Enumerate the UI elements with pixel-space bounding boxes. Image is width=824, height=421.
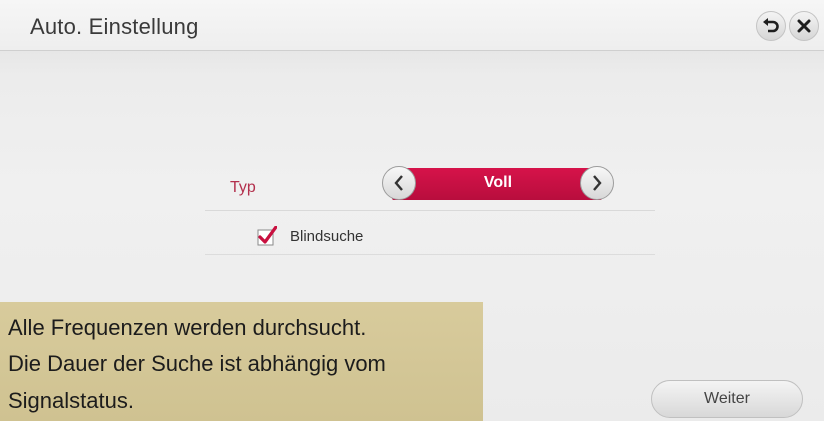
next-button[interactable]: Weiter [651,380,803,418]
blind-search-row[interactable]: Blindsuche [205,222,655,255]
title-bar: Auto. Einstellung [0,0,824,51]
back-arrow-icon [763,18,779,33]
type-selector[interactable]: Voll [382,166,614,202]
checkbox-checked-icon[interactable] [257,226,277,246]
tooltip-line: Die Dauer der Suche ist abhängig vom [8,351,386,376]
next-option-button[interactable] [580,166,614,200]
chevron-right-icon [593,175,602,191]
type-label: Typ [230,179,256,196]
back-button[interactable] [756,11,786,41]
tooltip-line: Signalstatus. [8,388,134,413]
help-tooltip: Alle Frequenzen werden durchsucht. Die D… [0,302,483,421]
chevron-left-icon [394,175,403,191]
close-icon [797,19,811,33]
close-button[interactable] [789,11,819,41]
type-row: Typ Voll [205,166,655,211]
tooltip-line: Alle Frequenzen werden durchsucht. [8,315,367,340]
page-title: Auto. Einstellung [30,14,199,39]
blind-search-label: Blindsuche [290,228,364,245]
previous-option-button[interactable] [382,166,416,200]
settings-screen: Auto. Einstellung Typ Voll Blindsuche We… [0,0,824,421]
